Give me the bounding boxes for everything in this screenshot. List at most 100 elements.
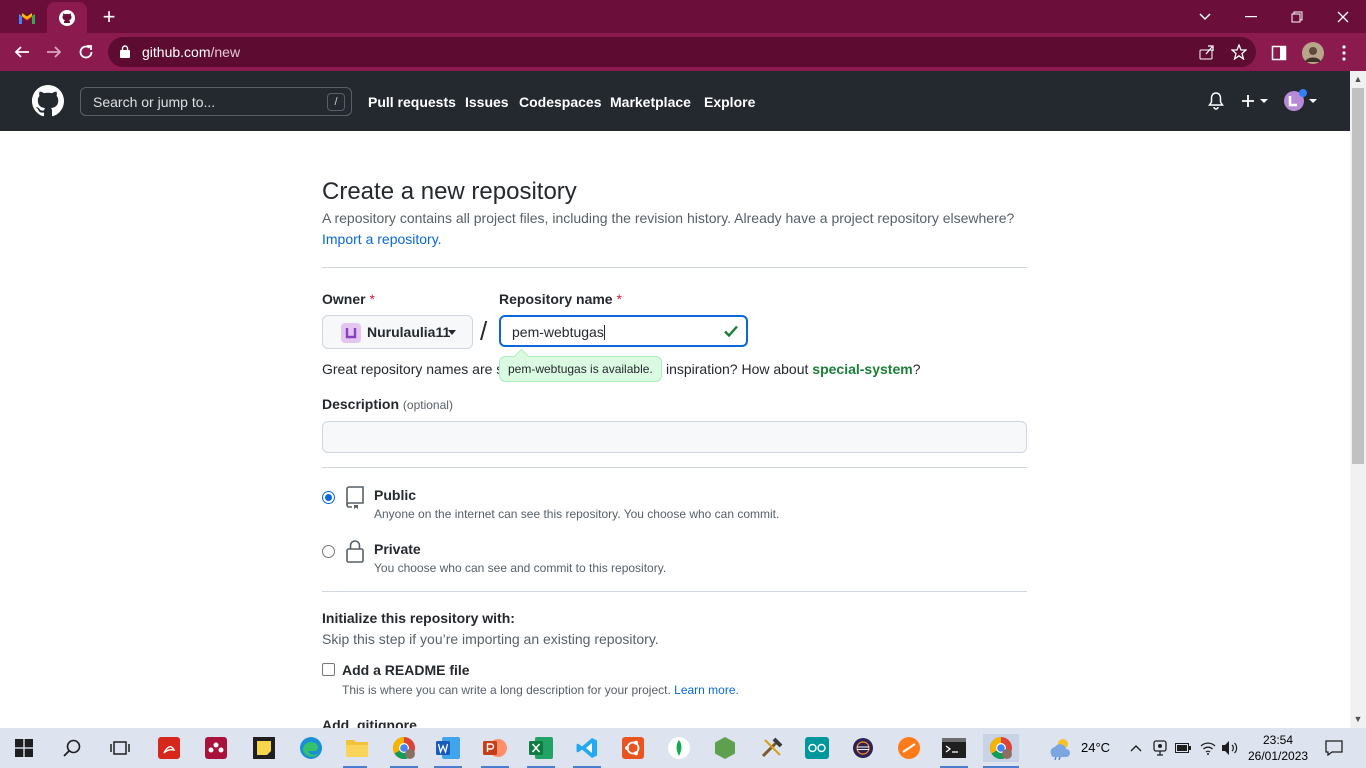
nav-issues[interactable]: Issues — [465, 94, 509, 110]
page-subtitle: A repository contains all project files,… — [322, 210, 1015, 226]
import-repository-link[interactable]: Import a repository. — [322, 231, 442, 247]
lock-icon — [120, 45, 130, 58]
public-title: Public — [374, 487, 417, 503]
notifications-icon[interactable] — [1320, 734, 1348, 762]
description-input[interactable] — [322, 421, 1027, 453]
owner-label: Owner * — [322, 291, 375, 307]
browser-menu-icon[interactable] — [1333, 42, 1355, 64]
public-radio[interactable] — [322, 491, 335, 504]
task-view-icon[interactable] — [106, 734, 134, 762]
owner-select-button[interactable]: Nurulaulia11 — [322, 315, 473, 349]
public-desc: Anyone on the internet can see this repo… — [374, 507, 780, 521]
divider — [322, 267, 1027, 268]
github-search-input[interactable]: Search or jump to... / — [80, 87, 352, 116]
search-placeholder: Search or jump to... — [93, 94, 216, 110]
battery-icon[interactable] — [1169, 734, 1197, 762]
new-repository-form: Create a new repository A repository con… — [322, 131, 1027, 728]
vscode-icon[interactable] — [573, 734, 601, 762]
side-panel-icon[interactable] — [1268, 42, 1290, 64]
initialize-title: Initialize this repository with: — [322, 610, 515, 626]
owner-avatar — [341, 323, 361, 343]
acrobat-icon[interactable] — [155, 734, 183, 762]
powerpoint-icon[interactable] — [481, 734, 509, 762]
mendeley-icon[interactable] — [202, 734, 230, 762]
readme-checkbox[interactable] — [322, 663, 335, 676]
nodejs-icon[interactable] — [711, 734, 739, 762]
suggested-name-link[interactable]: special-system — [812, 361, 912, 377]
tools-icon[interactable] — [758, 734, 786, 762]
weather-icon[interactable] — [1046, 734, 1074, 762]
close-window-button[interactable] — [1320, 0, 1366, 33]
divider — [322, 591, 1027, 592]
volume-icon[interactable] — [1216, 734, 1244, 762]
browser-toolbar: github.com/new — [0, 33, 1366, 71]
page-scrollbar-thumb[interactable] — [1352, 88, 1364, 464]
edge-icon[interactable] — [297, 734, 325, 762]
forward-arrow-icon — [47, 46, 62, 58]
repository-name-value: pem-webtugas — [512, 324, 605, 340]
scroll-up-arrow-icon[interactable]: ▲ — [1350, 71, 1366, 87]
ubuntu-icon[interactable] — [619, 734, 647, 762]
chrome-active-icon[interactable] — [983, 734, 1019, 762]
nav-pull-requests[interactable]: Pull requests — [368, 94, 456, 110]
repository-name-input[interactable]: pem-webtugas — [499, 315, 748, 347]
back-button[interactable] — [8, 38, 36, 66]
scroll-down-arrow-icon[interactable]: ▼ — [1350, 711, 1366, 727]
notifications-bell-icon[interactable] — [1208, 89, 1224, 113]
gmail-tab[interactable] — [8, 2, 46, 33]
forward-button[interactable] — [40, 38, 68, 66]
arduino-icon[interactable] — [803, 734, 831, 762]
sticky-notes-icon[interactable] — [250, 734, 278, 762]
profile-avatar[interactable] — [1302, 42, 1324, 64]
word-icon[interactable] — [434, 734, 462, 762]
tab-search-chevron-icon[interactable] — [1182, 0, 1228, 33]
nav-codespaces[interactable]: Codespaces — [519, 94, 601, 110]
divider — [322, 467, 1027, 468]
caret-down-icon — [448, 330, 456, 335]
reload-icon — [79, 45, 93, 59]
eclipse-icon[interactable] — [849, 734, 877, 762]
gitignore-label: Add .gitignore — [322, 717, 417, 728]
github-header: Search or jump to... / Pull requests Iss… — [0, 71, 1350, 131]
new-tab-button[interactable]: + — [96, 4, 122, 30]
private-radio[interactable] — [322, 545, 335, 558]
address-bar[interactable]: github.com/new — [108, 37, 1256, 67]
clock-time: 23:54 — [1262, 733, 1294, 747]
page-title: Create a new repository — [322, 178, 577, 205]
github-logo-icon[interactable] — [32, 85, 64, 117]
file-explorer-icon[interactable] — [343, 734, 371, 762]
check-icon — [724, 325, 738, 338]
browser-tab-strip: + — [0, 0, 1366, 33]
gmail-icon — [19, 12, 35, 24]
readme-description: This is where you can write a long descr… — [342, 683, 739, 697]
nav-marketplace[interactable]: Marketplace — [610, 94, 691, 110]
back-arrow-icon — [14, 46, 29, 58]
start-windows-icon[interactable] — [10, 734, 38, 762]
restore-button[interactable] — [1274, 0, 1320, 33]
learn-more-link[interactable]: Learn more. — [674, 683, 739, 697]
weather-temperature[interactable]: 24°C — [1081, 740, 1110, 755]
minimize-button[interactable] — [1228, 0, 1274, 33]
repo-book-icon — [346, 486, 364, 509]
create-new-plus-icon[interactable] — [1241, 89, 1269, 113]
bookmark-star-icon[interactable] — [1230, 43, 1248, 61]
availability-tooltip: pem-webtugas is available. — [499, 356, 662, 382]
taskbar-clock[interactable]: 23:54 26/01/2023 — [1248, 732, 1308, 764]
github-tab[interactable] — [47, 2, 87, 33]
share-icon[interactable] — [1198, 43, 1216, 61]
chrome-profile-icon[interactable] — [390, 734, 418, 762]
github-icon — [59, 9, 75, 26]
user-menu-avatar[interactable] — [1283, 89, 1319, 113]
readme-label[interactable]: Add a README file — [342, 662, 470, 678]
mongodb-icon[interactable] — [665, 734, 693, 762]
search-icon[interactable] — [58, 734, 86, 762]
owner-repo-separator: / — [480, 316, 488, 346]
windows-taskbar: 24°C 23:54 26/01/2023 — [0, 728, 1366, 768]
excel-icon[interactable] — [527, 734, 555, 762]
lock-icon — [346, 540, 364, 563]
url-text: github.com/new — [142, 44, 241, 60]
reload-button[interactable] — [72, 38, 100, 66]
nav-explore[interactable]: Explore — [704, 94, 755, 110]
sublime-icon[interactable] — [895, 734, 923, 762]
terminal-icon[interactable] — [940, 734, 968, 762]
